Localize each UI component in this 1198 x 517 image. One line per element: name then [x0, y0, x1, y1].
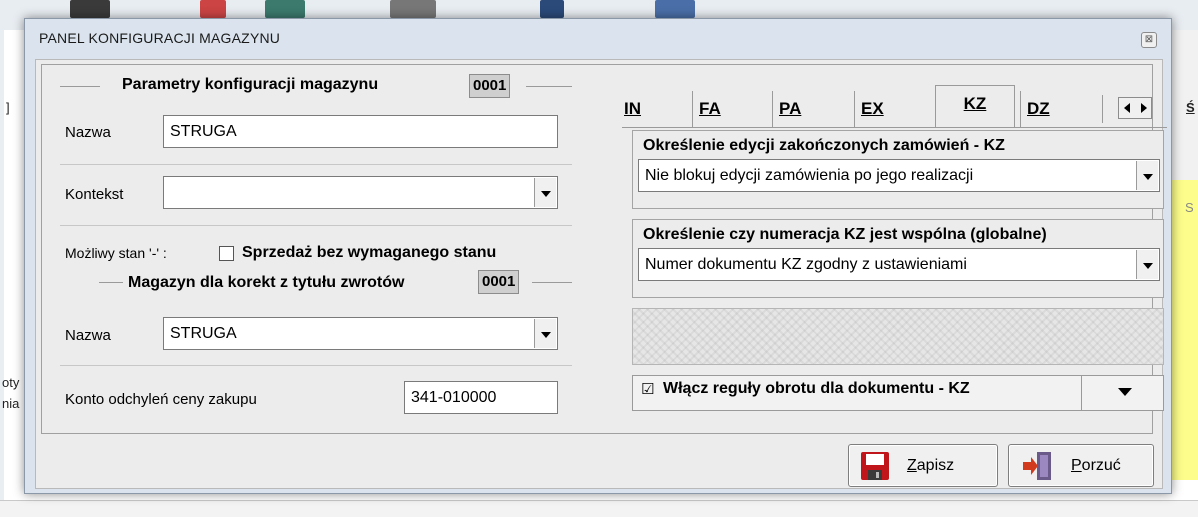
chevron-down-icon[interactable]: [1136, 250, 1158, 279]
sprzedaz-label: Sprzedaż bez wymaganego stanu: [242, 244, 497, 261]
save-mnemonic: Z: [907, 457, 917, 474]
numeracja-select[interactable]: Numer dokumentu KZ zgodny z ustawieniami: [638, 248, 1160, 281]
chevron-down-icon[interactable]: [534, 319, 556, 348]
main-panel: Parametry konfiguracji magazynu 0001 Naz…: [41, 64, 1167, 434]
floppy-disk-icon: [861, 452, 889, 480]
divider: [60, 225, 572, 226]
save-text: apisz: [916, 457, 955, 474]
section-line: [99, 282, 123, 283]
save-label: Zapisz: [907, 457, 954, 475]
rules-label: Włącz reguły obrotu dla dokumentu - KZ: [663, 380, 970, 397]
tab-ex[interactable]: EX: [854, 91, 924, 127]
scroll-left-icon[interactable]: [1124, 103, 1130, 113]
nazwa2-select[interactable]: STRUGA: [163, 317, 558, 350]
background-status-bar: [0, 500, 1198, 517]
cancel-text: orzuć: [1081, 457, 1121, 474]
tab-separator: [1102, 95, 1103, 123]
rules-checkbox[interactable]: ☑: [641, 380, 654, 398]
konto-label: Konto odchyleń ceny zakupu: [65, 391, 257, 408]
background-text: nia: [2, 396, 20, 411]
sprzedaz-checkbox[interactable]: [219, 246, 234, 261]
background-toolbar-icon: [655, 0, 695, 18]
background-toolbar-icon: [200, 0, 226, 18]
scroll-right-icon[interactable]: [1141, 103, 1147, 113]
edycja-value: Nie blokuj edycji zamówienia po jego rea…: [645, 167, 974, 184]
exit-door-icon: [1023, 452, 1051, 480]
tab-in[interactable]: IN: [622, 91, 672, 127]
section-line: [532, 282, 572, 283]
cancel-label: Porzuć: [1071, 457, 1121, 475]
konto-input[interactable]: 341-010000: [404, 381, 558, 414]
group-numeracja: Określenie czy numeracja KZ jest wspólna…: [632, 219, 1164, 298]
kontekst-label: Kontekst: [65, 186, 124, 203]
nazwa2-label: Nazwa: [65, 327, 111, 344]
nazwa2-value: STRUGA: [170, 325, 237, 342]
kontekst-select[interactable]: [163, 176, 558, 209]
tab-fa[interactable]: FA: [692, 91, 762, 127]
divider: [60, 164, 572, 165]
background-toolbar-icon: [265, 0, 305, 18]
cancel-mnemonic: P: [1071, 457, 1082, 474]
background-text: ]: [6, 100, 10, 115]
tab-kz[interactable]: KZ: [935, 85, 1015, 127]
cancel-button[interactable]: Porzuć: [1008, 444, 1154, 487]
background-text: Ś: [1186, 100, 1195, 115]
group-numeracja-title: Określenie czy numeracja KZ jest wspólna…: [643, 226, 1047, 243]
nazwa-input[interactable]: STRUGA: [163, 115, 558, 148]
tab-scroll-buttons[interactable]: [1118, 97, 1152, 119]
background-text: S: [1185, 200, 1194, 215]
mozliwy-stan-label: Możliwy stan '-' :: [65, 245, 167, 261]
chevron-down-icon[interactable]: [534, 178, 556, 207]
chevron-down-icon[interactable]: [1136, 161, 1158, 190]
dialog-client: Parametry konfiguracji magazynu 0001 Naz…: [35, 59, 1167, 489]
params-code: 0001: [469, 74, 511, 98]
background-toolbar-icon: [390, 0, 436, 18]
group-edycja-title: Określenie edycji zakończonych zamówień …: [643, 137, 1005, 154]
group-edycja: Określenie edycji zakończonych zamówień …: [632, 130, 1164, 209]
divider: [60, 365, 572, 366]
tab-pa[interactable]: PA: [772, 91, 842, 127]
config-dialog: PANEL KONFIGURACJI MAGAZYNU ⊠ Parametry …: [24, 18, 1172, 494]
tab-dz[interactable]: DZ: [1020, 91, 1100, 127]
rules-separator: [1081, 376, 1082, 410]
numeracja-value: Numer dokumentu KZ zgodny z ustawieniami: [645, 256, 967, 273]
params-title: Parametry konfiguracji magazynu: [122, 76, 379, 93]
save-button[interactable]: Zapisz: [848, 444, 998, 487]
dialog-title: PANEL KONFIGURACJI MAGAZYNU: [39, 30, 281, 46]
background-text: oty: [2, 375, 20, 390]
section-line: [526, 86, 572, 87]
korekty-title: Magazyn dla korekt z tytułu zwrotów: [128, 274, 405, 291]
triangle-down-icon[interactable]: [1118, 388, 1132, 396]
edycja-select[interactable]: Nie blokuj edycji zamówienia po jego rea…: [638, 159, 1160, 192]
section-line: [60, 86, 100, 87]
empty-panel: [632, 308, 1164, 365]
korekty-code: 0001: [478, 270, 520, 294]
background-left-edge: [0, 30, 4, 517]
background-toolbar-icon: [540, 0, 564, 18]
rules-row[interactable]: ☑ Włącz reguły obrotu dla dokumentu - KZ: [632, 375, 1164, 411]
title-bar[interactable]: PANEL KONFIGURACJI MAGAZYNU ⊠: [25, 19, 1171, 59]
close-icon[interactable]: ⊠: [1141, 32, 1157, 48]
tab-page-kz: Określenie edycji zakończonych zamówień …: [622, 127, 1167, 427]
nazwa-label: Nazwa: [65, 124, 111, 141]
background-toolbar-icon: [70, 0, 110, 18]
